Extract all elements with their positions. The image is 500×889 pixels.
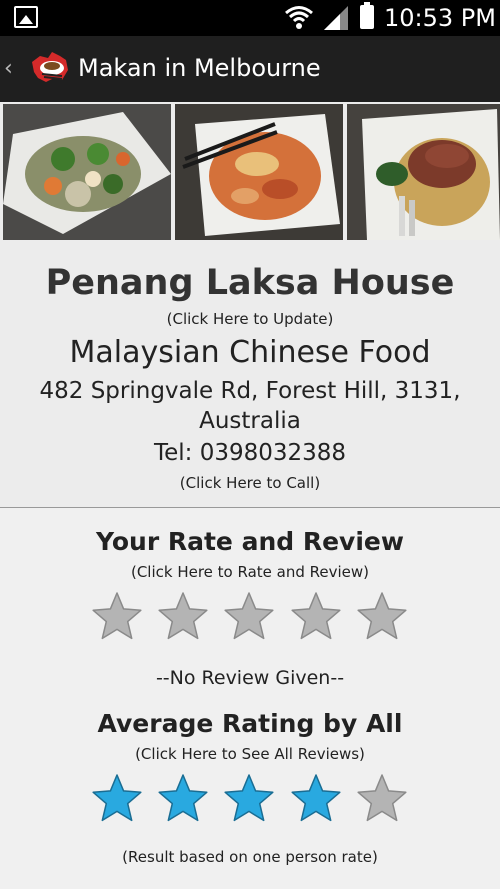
no-review-status: --No Review Given-- <box>155 667 345 689</box>
star-filled-icon[interactable] <box>222 772 276 826</box>
restaurant-info[interactable]: Penang Laksa House (Click Here to Update… <box>0 242 500 508</box>
star-empty-icon[interactable] <box>156 590 210 644</box>
restaurant-name: Penang Laksa House <box>45 263 455 303</box>
action-bar: ‹ Makan in Melbourne <box>0 36 500 102</box>
restaurant-address: 482 Springvale Rd, Forest Hill, 3131, Au… <box>39 378 461 434</box>
average-rating-stars[interactable] <box>0 772 500 826</box>
review-section: Your Rate and Review (Click Here to Rate… <box>0 508 500 889</box>
gallery-icon <box>14 6 38 28</box>
food-photo-vegetables[interactable] <box>3 104 171 240</box>
signal-icon <box>324 6 348 30</box>
battery-icon <box>360 2 374 29</box>
see-all-reviews-hint[interactable]: (Click Here to See All Reviews) <box>0 744 500 764</box>
food-photo-duck-noodles[interactable] <box>347 104 500 240</box>
clock: 10:53 PM <box>384 4 496 32</box>
cuisine-label: Malaysian Chinese Food <box>69 335 431 370</box>
status-bar: 10:53 PM <box>0 0 500 36</box>
star-empty-icon[interactable] <box>90 590 144 644</box>
app-logo[interactable] <box>28 48 72 88</box>
app-title: Makan in Melbourne <box>78 54 321 82</box>
up-caret-icon[interactable]: ‹ <box>4 56 13 82</box>
user-rating-stars[interactable] <box>0 590 500 644</box>
photo-strip <box>0 102 500 242</box>
restaurant-phone[interactable]: Tel: 0398032388 <box>0 438 500 468</box>
star-filled-icon[interactable] <box>156 772 210 826</box>
star-empty-icon[interactable] <box>289 590 343 644</box>
average-rating-title: Average Rating by All <box>97 709 403 738</box>
rating-footnote: (Result based on one person rate) <box>122 848 378 866</box>
wifi-icon <box>285 6 313 29</box>
rate-review-hint[interactable]: (Click Here to Rate and Review) <box>0 562 500 582</box>
star-filled-icon[interactable] <box>90 772 144 826</box>
star-empty-icon[interactable] <box>222 590 276 644</box>
star-filled-icon[interactable] <box>289 772 343 826</box>
star-empty-icon[interactable] <box>355 590 409 644</box>
call-hint[interactable]: (Click Here to Call) <box>0 473 500 493</box>
your-review-title: Your Rate and Review <box>96 527 404 556</box>
food-photo-laksa[interactable] <box>175 104 343 240</box>
update-hint[interactable]: (Click Here to Update) <box>0 309 500 329</box>
star-empty-icon[interactable] <box>355 772 409 826</box>
